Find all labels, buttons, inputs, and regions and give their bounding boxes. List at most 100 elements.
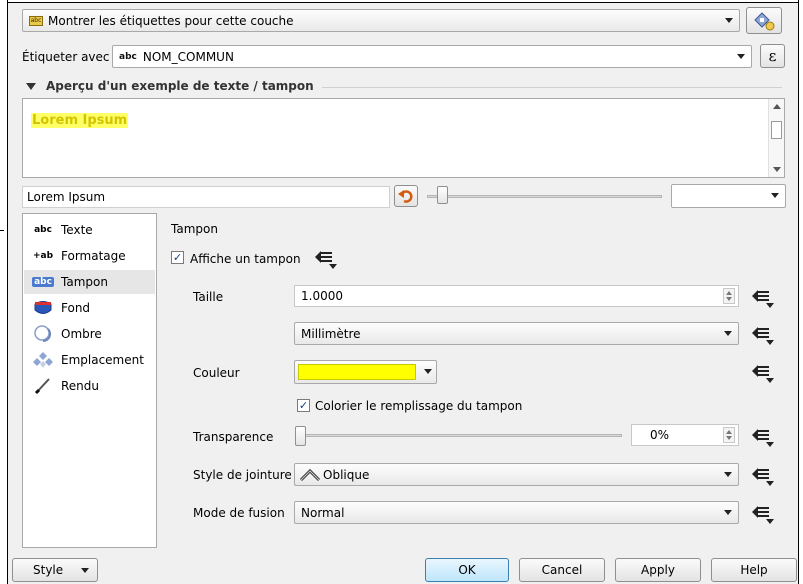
- preview-scale-handle[interactable]: [437, 186, 448, 204]
- sidebar-item-tampon[interactable]: abc Tampon: [24, 270, 155, 294]
- transparency-spinner[interactable]: [723, 427, 735, 443]
- cancel-button[interactable]: Cancel: [519, 558, 605, 582]
- blend-mode-combo[interactable]: Normal: [294, 501, 739, 524]
- chevron-down-icon: [725, 18, 733, 23]
- preview-scale-track[interactable]: [427, 195, 662, 198]
- buffer-icon: abc: [32, 277, 54, 287]
- formatting-icon: +ab: [32, 251, 54, 261]
- text-icon: abc: [34, 225, 52, 235]
- data-defined-override-icon[interactable]: [750, 362, 776, 384]
- data-defined-override-icon[interactable]: [750, 503, 776, 525]
- cancel-button-label: Cancel: [541, 563, 583, 577]
- data-defined-override-icon[interactable]: [750, 426, 776, 448]
- apply-button-label: Apply: [641, 563, 675, 577]
- transparency-input[interactable]: 0%: [631, 424, 739, 446]
- help-button-label: Help: [740, 563, 768, 577]
- sidebar-item-texte[interactable]: abc Texte: [24, 218, 155, 242]
- label-settings-sidebar: abc Texte +ab Formatage abc Tampon Fond …: [22, 213, 157, 548]
- style-button-label: Style: [33, 563, 64, 577]
- chevron-down-icon: [771, 193, 779, 198]
- apply-button[interactable]: Apply: [615, 558, 701, 582]
- sidebar-item-label: Tampon: [61, 275, 108, 289]
- preview-area: Lorem Ipsum: [22, 98, 785, 178]
- miter-join-icon: [299, 468, 321, 481]
- ok-button-label: OK: [458, 563, 476, 577]
- window-frame-top: [8, 0, 798, 3]
- frame-tick: [0, 230, 4, 231]
- scroll-down-icon[interactable]: [773, 167, 781, 173]
- preview-section-title: Aperçu d'un exemple de texte / tampon: [46, 79, 314, 93]
- draw-buffer-label: Affiche un tampon: [190, 252, 301, 266]
- join-style-value: Oblique: [323, 467, 370, 482]
- collapse-triangle-icon[interactable]: [26, 82, 36, 91]
- data-defined-override-icon[interactable]: [750, 465, 776, 487]
- blend-mode-value: Normal: [301, 505, 345, 520]
- rule-based-labels-button[interactable]: [746, 7, 782, 34]
- size-value: 1.0000: [301, 289, 343, 303]
- scrollbar-thumb[interactable]: [771, 121, 782, 139]
- sidebar-item-fond[interactable]: Fond: [24, 296, 155, 320]
- style-menu-button[interactable]: Style: [12, 558, 98, 582]
- data-defined-override-icon[interactable]: [313, 248, 339, 270]
- color-swatch: [298, 364, 416, 380]
- scroll-up-icon[interactable]: [773, 104, 781, 110]
- color-button[interactable]: [294, 360, 437, 384]
- rendering-brush-icon: [32, 377, 54, 395]
- chevron-down-icon: [737, 54, 745, 59]
- show-labels-text: Montrer les étiquettes pour cette couche: [48, 13, 294, 28]
- unit-value: Millimètre: [301, 326, 361, 341]
- sidebar-item-label: Rendu: [61, 379, 100, 393]
- chevron-down-icon: [724, 510, 732, 515]
- chevron-down-icon: [724, 472, 732, 477]
- fill-buffer-checkbox[interactable]: ✓: [297, 399, 310, 412]
- chevron-down-icon: [424, 369, 432, 374]
- fill-buffer-label: Colorier le remplissage du tampon: [315, 399, 523, 413]
- sidebar-item-label: Texte: [61, 223, 93, 237]
- field-type-badge: abc: [119, 51, 137, 62]
- sidebar-item-rendu[interactable]: Rendu: [24, 374, 155, 398]
- buffer-section-title: Tampon: [171, 222, 218, 236]
- expression-icon: ε: [768, 47, 777, 65]
- blend-mode-label: Mode de fusion: [193, 506, 285, 520]
- sidebar-item-ombre[interactable]: Ombre: [24, 322, 155, 346]
- sidebar-item-label: Ombre: [61, 327, 102, 341]
- data-defined-override-icon[interactable]: [750, 287, 776, 309]
- data-defined-override-icon[interactable]: [750, 324, 776, 346]
- draw-buffer-checkbox[interactable]: ✓: [171, 251, 184, 264]
- sidebar-item-emplacement[interactable]: Emplacement: [24, 348, 155, 372]
- help-button[interactable]: Help: [711, 558, 797, 582]
- background-shield-icon: [32, 299, 54, 317]
- chevron-down-icon: [81, 568, 89, 573]
- join-style-combo[interactable]: Oblique: [294, 463, 739, 486]
- unit-combo[interactable]: Millimètre: [294, 322, 739, 345]
- show-labels-combo[interactable]: abc Montrer les étiquettes pour cette co…: [22, 9, 740, 32]
- transparency-value: 0%: [650, 428, 670, 442]
- label-field-value: NOM_COMMUN: [142, 49, 234, 64]
- sidebar-item-label: Emplacement: [61, 353, 144, 367]
- window-frame-right: [798, 0, 803, 584]
- preview-sample-text: Lorem Ipsum: [31, 113, 129, 128]
- transparency-label: Transparence: [193, 430, 274, 444]
- window-frame-left: [0, 0, 8, 584]
- chevron-down-icon: [724, 331, 732, 336]
- ok-button[interactable]: OK: [425, 558, 509, 582]
- transparency-slider-track[interactable]: [298, 434, 622, 437]
- color-label: Couleur: [193, 366, 240, 380]
- placement-icon: [32, 351, 54, 369]
- preview-text-input[interactable]: Lorem Ipsum: [22, 186, 390, 208]
- preview-background-color-combo[interactable]: [671, 184, 786, 208]
- undo-arrow-icon: [398, 190, 413, 203]
- size-spinner[interactable]: [723, 288, 735, 304]
- transparency-slider-handle[interactable]: [295, 426, 306, 446]
- reset-preview-button[interactable]: [394, 185, 418, 207]
- expression-button[interactable]: ε: [760, 44, 785, 68]
- diamond-labels-icon: [754, 11, 775, 30]
- shadow-icon: [32, 325, 54, 343]
- size-input[interactable]: 1.0000: [294, 285, 739, 307]
- label-field-combo[interactable]: abc NOM_COMMUN: [112, 45, 752, 68]
- sidebar-item-formatage[interactable]: +ab Formatage: [24, 244, 155, 268]
- labels-icon: abc: [29, 15, 43, 26]
- preview-input-value: Lorem Ipsum: [27, 190, 106, 204]
- preview-scrollbar[interactable]: [768, 99, 784, 177]
- sidebar-item-label: Formatage: [61, 249, 126, 263]
